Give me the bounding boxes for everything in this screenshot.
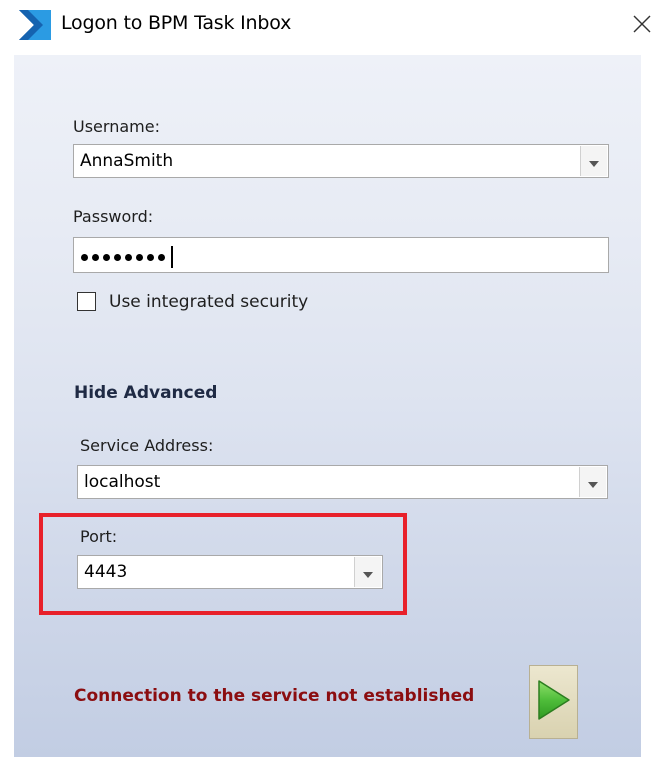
close-icon [633,15,651,37]
password-mask [81,246,173,268]
title-bar: Logon to BPM Task Inbox [0,0,655,52]
integrated-security-checkbox[interactable] [77,292,96,311]
service-address-value: localhost [84,472,161,492]
window-title: Logon to BPM Task Inbox [61,12,292,34]
username-dropdown-button[interactable] [580,146,607,176]
service-address-combo[interactable]: localhost [77,465,608,499]
password-label: Password: [73,207,154,226]
login-button[interactable] [529,665,578,739]
username-value: AnnaSmith [80,151,174,171]
hide-advanced-link[interactable]: Hide Advanced [74,383,217,403]
connection-status-message: Connection to the service not establishe… [74,686,475,706]
chevron-down-icon [588,473,598,492]
username-combo[interactable]: AnnaSmith [73,144,609,178]
port-label: Port: [80,527,118,546]
integrated-security-label[interactable]: Use integrated security [109,292,308,312]
logon-window: Logon to BPM Task Inbox Username: AnnaSm… [0,0,655,757]
service-address-dropdown-button[interactable] [579,467,606,497]
port-value: 4443 [84,562,128,582]
port-combo[interactable]: 4443 [77,555,383,589]
close-button[interactable] [628,8,655,44]
port-dropdown-button[interactable] [354,557,381,587]
chevron-down-icon [589,152,599,171]
service-address-label: Service Address: [80,436,214,455]
password-field[interactable] [73,237,609,273]
bpm-logo-icon [19,10,51,40]
play-arrow-icon [536,678,572,726]
chevron-down-icon [363,563,373,582]
text-caret [171,246,173,268]
username-label: Username: [73,117,160,136]
